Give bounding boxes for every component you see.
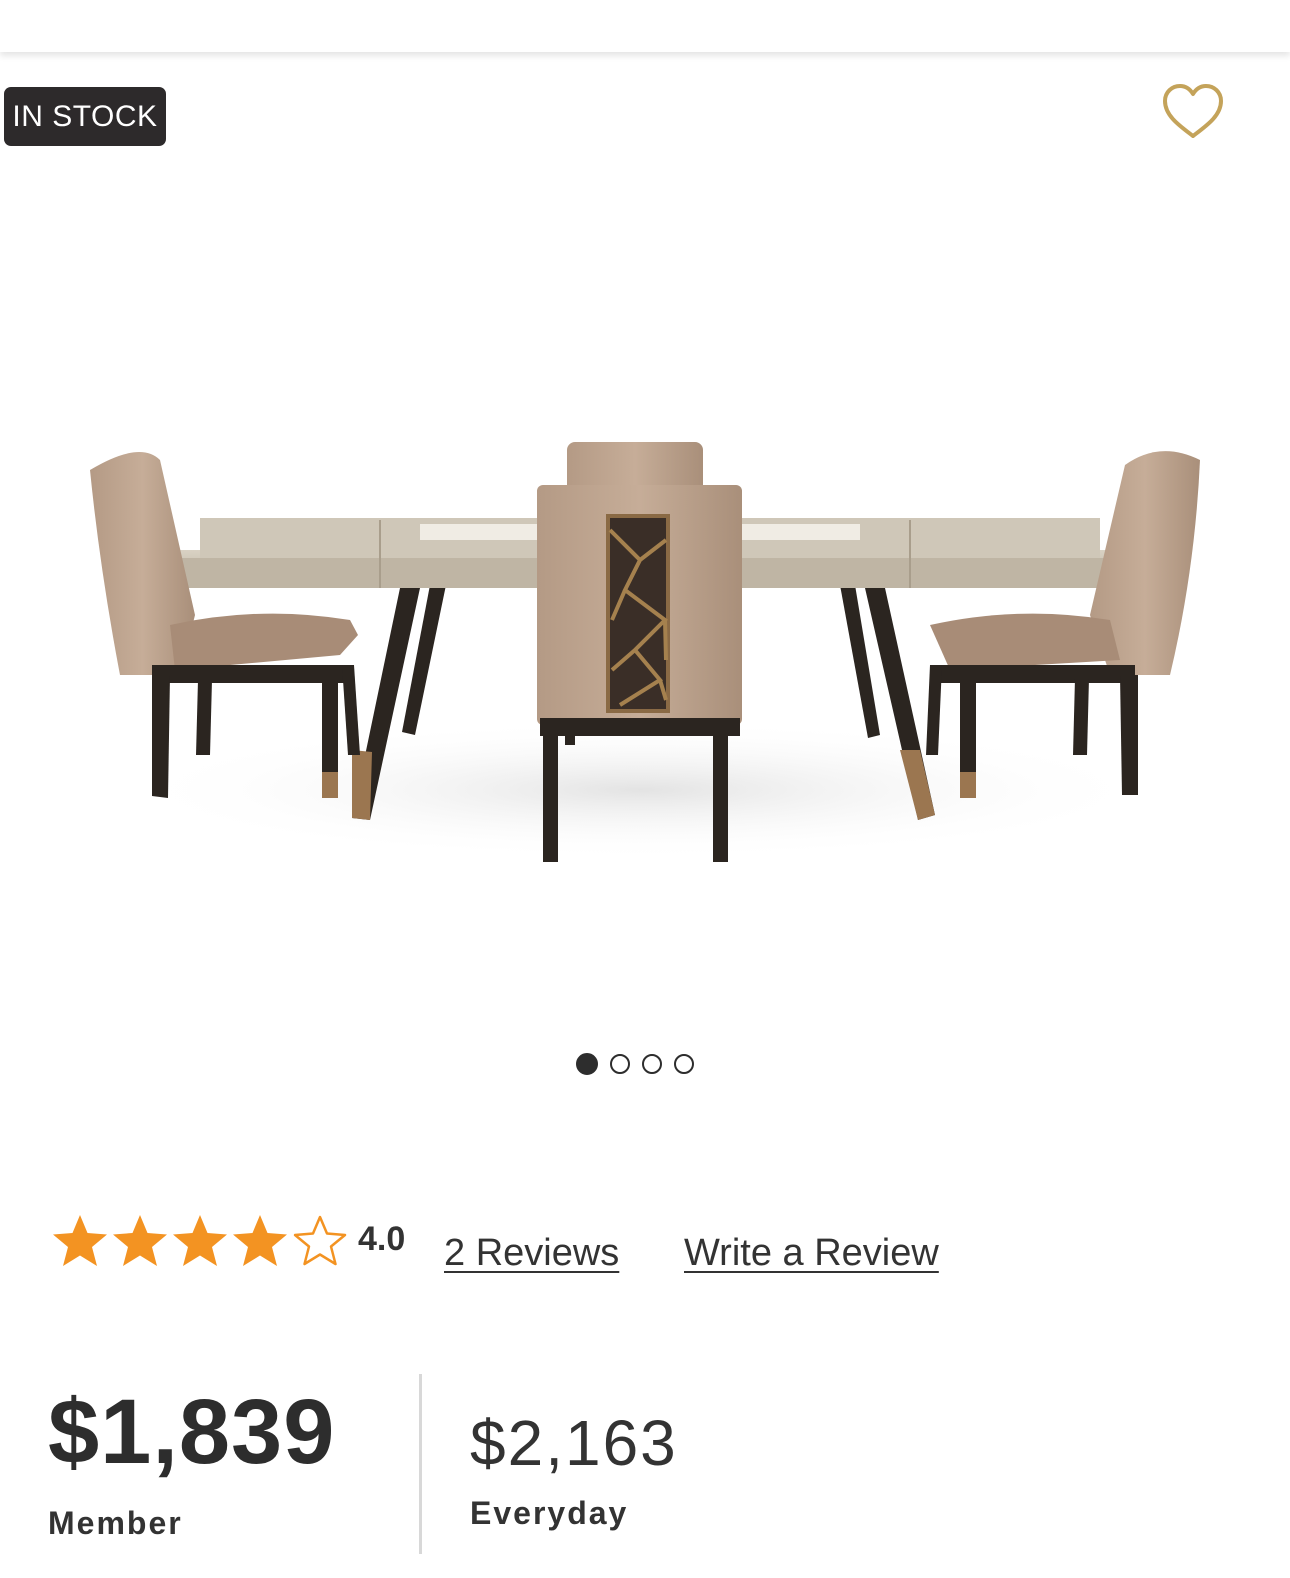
star-filled-icon [113, 1215, 167, 1266]
star-filled-icon [53, 1215, 107, 1266]
write-review-link[interactable]: Write a Review [684, 1232, 939, 1275]
carousel-dot-2[interactable] [610, 1054, 630, 1074]
carousel-dot-4[interactable] [674, 1054, 694, 1074]
star-rating [50, 1212, 350, 1270]
everyday-price: $2,163 [470, 1407, 678, 1479]
price-divider [419, 1374, 422, 1554]
product-page: IN STOCK 4.0 2 Reviews Write a Review $1… [0, 0, 1290, 1578]
reviews-link[interactable]: 2 Reviews [444, 1232, 619, 1275]
star-empty-icon [293, 1215, 347, 1266]
top-bar [0, 0, 1290, 52]
rating-value: 4.0 [358, 1220, 406, 1258]
carousel-dot-1[interactable] [576, 1053, 598, 1075]
star-filled-icon [233, 1215, 287, 1266]
stock-badge: IN STOCK [4, 87, 166, 146]
rating-row: 4.0 2 Reviews Write a Review [50, 1210, 1250, 1280]
carousel-dots [576, 1053, 694, 1075]
price-section: $1,839 Member $2,163 Everyday [0, 1370, 1290, 1578]
member-price-label: Member [48, 1505, 183, 1541]
product-image[interactable] [80, 420, 1210, 890]
everyday-price-label: Everyday [470, 1495, 629, 1531]
star-filled-icon [173, 1215, 227, 1266]
member-price: $1,839 [48, 1381, 336, 1483]
carousel-dot-3[interactable] [642, 1054, 662, 1074]
wishlist-heart-icon[interactable] [1160, 82, 1226, 142]
